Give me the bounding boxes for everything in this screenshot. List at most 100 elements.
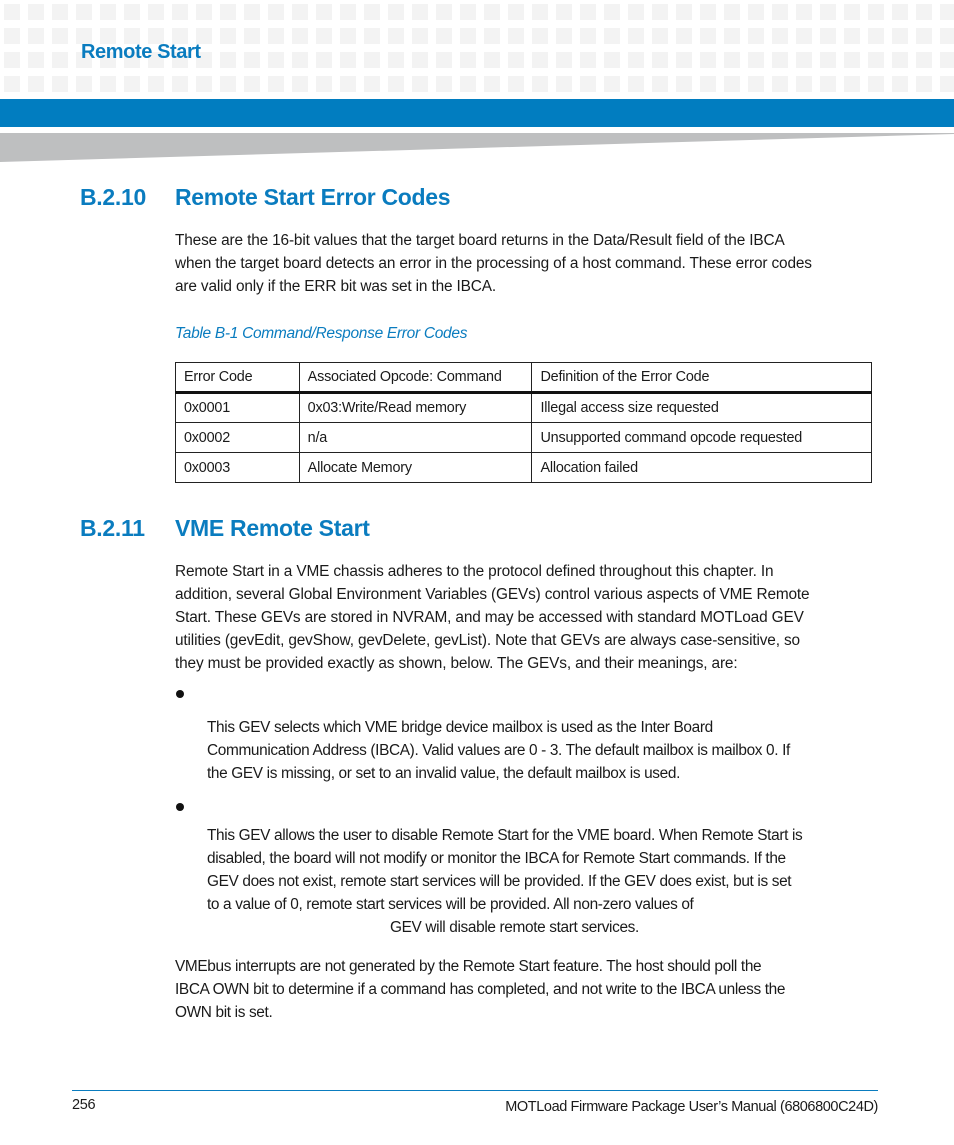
- cell-opcode: 0x03:Write/Read memory: [298, 392, 533, 423]
- bullet-item-mailbox-gev: This GEV selects which VME bridge device…: [207, 716, 877, 785]
- grid-square: [628, 4, 644, 20]
- grid-square: [316, 4, 332, 20]
- text-line: These are the 16-bit values that the tar…: [175, 232, 785, 249]
- grid-square: [940, 52, 954, 68]
- grid-square: [868, 52, 884, 68]
- grid-square: [196, 76, 212, 92]
- grid-square: [700, 52, 716, 68]
- grid-square: [292, 4, 308, 20]
- footer-rule: [72, 1090, 878, 1091]
- grid-square: [412, 4, 428, 20]
- text-line: addition, several Global Environment Var…: [175, 586, 810, 603]
- grid-square: [388, 76, 404, 92]
- cell-definition: Unsupported command opcode requested: [531, 422, 872, 453]
- grid-square: [844, 76, 860, 92]
- grid-square: [676, 52, 692, 68]
- grid-square: [292, 76, 308, 92]
- grid-square: [748, 4, 764, 20]
- grid-square: [676, 28, 692, 44]
- grid-square: [172, 4, 188, 20]
- grid-square: [724, 76, 740, 92]
- table-caption: Table B-1 Command/Response Error Codes: [175, 325, 468, 342]
- grid-square: [892, 52, 908, 68]
- table-row: 0x0003 Allocate Memory Allocation failed: [175, 452, 872, 483]
- grid-square: [916, 52, 932, 68]
- table-header-row: Error Code Associated Opcode: Command De…: [175, 362, 872, 394]
- grid-square: [52, 52, 68, 68]
- grid-square: [484, 52, 500, 68]
- grid-square: [868, 4, 884, 20]
- grid-square: [532, 52, 548, 68]
- grid-square: [436, 28, 452, 44]
- header-grey-wedge: [0, 133, 954, 162]
- text-line: Start. These GEVs are stored in NVRAM, a…: [175, 609, 804, 626]
- grid-square: [436, 76, 452, 92]
- grid-square: [388, 4, 404, 20]
- grid-square: [4, 28, 20, 44]
- grid-square: [916, 28, 932, 44]
- text-line: GEV does not exist, remote start service…: [207, 873, 792, 890]
- section-number: B.2.10: [80, 184, 146, 210]
- cell-error-code: 0x0003: [175, 452, 300, 483]
- grid-square: [292, 52, 308, 68]
- grid-square: [292, 28, 308, 44]
- grid-square: [460, 4, 476, 20]
- grid-square: [772, 4, 788, 20]
- grid-square: [148, 4, 164, 20]
- wedge-shape: [0, 133, 954, 162]
- header-blue-bar: [0, 99, 954, 127]
- grid-square: [628, 76, 644, 92]
- text-line: when the target board detects an error i…: [175, 255, 812, 272]
- text-line: Remote Start in a VME chassis adheres to…: [175, 563, 774, 580]
- grid-square: [796, 4, 812, 20]
- grid-square: [580, 4, 596, 20]
- grid-square: [700, 76, 716, 92]
- grid-square: [628, 52, 644, 68]
- grid-square: [364, 76, 380, 92]
- grid-square: [532, 76, 548, 92]
- section-title: VME Remote Start: [175, 515, 370, 541]
- grid-square: [28, 76, 44, 92]
- grid-square: [700, 28, 716, 44]
- grid-square: [340, 52, 356, 68]
- grid-square: [556, 4, 572, 20]
- grid-square: [844, 52, 860, 68]
- grid-square: [412, 28, 428, 44]
- cell-error-code: 0x0002: [175, 422, 300, 453]
- text-line: the GEV is missing, or set to an invalid…: [207, 765, 680, 782]
- bullet-icon: [176, 690, 184, 698]
- section-b210-intro: These are the 16-bit values that the tar…: [175, 229, 875, 298]
- grid-square: [4, 76, 20, 92]
- table-row: 0x0001 0x03:Write/Read memory Illegal ac…: [175, 392, 872, 423]
- grid-square: [316, 28, 332, 44]
- bullet-icon: [176, 803, 184, 811]
- grid-square: [676, 76, 692, 92]
- grid-square: [796, 28, 812, 44]
- grid-square: [748, 76, 764, 92]
- section-number: B.2.11: [80, 515, 145, 541]
- grid-square: [796, 52, 812, 68]
- section-b211-intro: Remote Start in a VME chassis adheres to…: [175, 560, 875, 675]
- grid-square: [412, 76, 428, 92]
- grid-square: [604, 28, 620, 44]
- grid-square: [940, 4, 954, 20]
- grid-square: [892, 76, 908, 92]
- grid-square: [508, 52, 524, 68]
- grid-square: [436, 52, 452, 68]
- grid-square: [196, 4, 212, 20]
- grid-square: [220, 4, 236, 20]
- grid-square: [724, 52, 740, 68]
- text-line: utilities (gevEdit, gevShow, gevDelete, …: [175, 632, 800, 649]
- grid-square: [556, 76, 572, 92]
- grid-square: [892, 28, 908, 44]
- grid-square: [652, 76, 668, 92]
- section-title: Remote Start Error Codes: [175, 184, 451, 210]
- grid-square: [100, 76, 116, 92]
- grid-square: [28, 52, 44, 68]
- grid-square: [28, 28, 44, 44]
- text-line: disabled, the board will not modify or m…: [207, 850, 786, 867]
- grid-square: [508, 28, 524, 44]
- cell-error-code: 0x0001: [175, 392, 300, 423]
- grid-square: [532, 28, 548, 44]
- grid-square: [820, 52, 836, 68]
